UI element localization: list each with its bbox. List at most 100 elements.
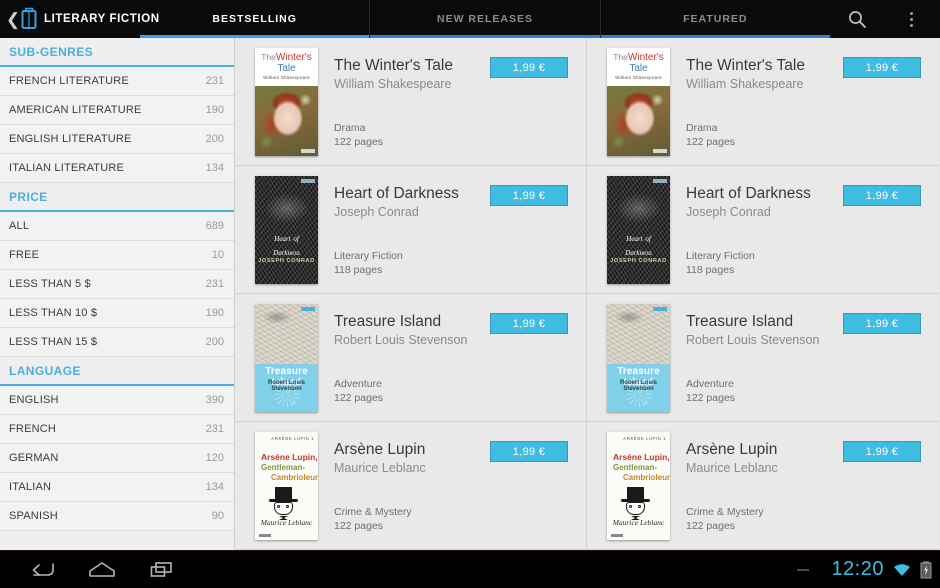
- book-grid-column-left: TheWinter's Tale William Shakespeare The…: [235, 38, 587, 550]
- facet-count: 231: [205, 75, 224, 87]
- book-genre: Literary Fiction: [334, 250, 403, 262]
- book-cover-arsene-lupin: ARSÈNE LUPIN 1 Arsène Lupin, Gentleman- …: [255, 432, 318, 540]
- price-button[interactable]: 1,99 €: [490, 441, 568, 462]
- facet-label: LESS THAN 15 $: [9, 336, 98, 348]
- cover-author: Maurice Leblanc: [612, 518, 665, 527]
- cover-illustration: [255, 86, 318, 156]
- cover-title: Heart of Darkness: [607, 232, 670, 259]
- cover-series-label: ARSÈNE LUPIN 1: [271, 436, 314, 441]
- cover-art: Treasure Island Robert Louis Stevenson: [255, 304, 318, 412]
- book-list-item[interactable]: TheWinter's Tale William Shakespeare The…: [587, 38, 939, 166]
- cover-illustration: [607, 86, 670, 156]
- action-bar-left: ❮ LITERARY FICTION: [0, 0, 159, 38]
- facet-label: LESS THAN 10 $: [9, 307, 98, 319]
- cover-title-line1: Arsène Lupin,: [261, 452, 318, 462]
- cover-title: Heart of Darkness: [255, 232, 318, 259]
- book-author: William Shakespeare: [686, 77, 804, 91]
- book-list-item[interactable]: Treasure Island Robert Louis Stevenson T…: [235, 294, 586, 422]
- sidebar-item-american-literature[interactable]: AMERICAN LITERATURE 190: [0, 96, 234, 125]
- book-grid-column-right: TheWinter's Tale William Shakespeare The…: [587, 38, 939, 550]
- back-arrow-icon[interactable]: [12, 551, 72, 588]
- cover-author: William Shakespeare: [615, 75, 662, 80]
- sidebar-section-heading-price: PRICE: [0, 183, 234, 212]
- book-meta: Crime & Mystery 122 pages: [686, 505, 931, 533]
- price-button[interactable]: 1,99 €: [843, 57, 921, 78]
- book-list-item[interactable]: ARSÈNE LUPIN 1 Arsène Lupin, Gentleman- …: [587, 422, 939, 550]
- facet-count: 90: [211, 510, 224, 522]
- search-icon[interactable]: [830, 0, 884, 38]
- sidebar-item-price-all[interactable]: ALL 689: [0, 212, 234, 241]
- publisher-badge: [301, 149, 315, 153]
- sidebar-item-italian-literature[interactable]: ITALIAN LITERATURE 134: [0, 154, 234, 183]
- cover-author: JOSEPH CONRAD: [258, 258, 315, 264]
- home-icon[interactable]: [72, 551, 132, 588]
- sidebar-item-language-spanish[interactable]: SPANISH 90: [0, 502, 234, 531]
- cover-series-label: ARSÈNE LUPIN 1: [623, 436, 666, 441]
- book-list-item[interactable]: TheWinter's Tale William Shakespeare The…: [235, 38, 586, 166]
- sidebar-item-price-less-than-15[interactable]: LESS THAN 15 $ 200: [0, 328, 234, 357]
- cover-illustration: [255, 304, 318, 364]
- book-genre: Drama: [334, 122, 366, 134]
- price-button[interactable]: 1,99 €: [490, 185, 568, 206]
- facet-count: 134: [205, 481, 224, 493]
- cover-author: William Shakespeare: [263, 75, 310, 80]
- facet-count: 231: [205, 278, 224, 290]
- overflow-dots: [909, 10, 913, 28]
- facet-label: ENGLISH LITERATURE: [9, 133, 132, 145]
- tab-label: FEATURED: [683, 13, 748, 25]
- overflow-menu-icon[interactable]: [884, 0, 938, 38]
- book-pages: 122 pages: [334, 136, 384, 148]
- facet-count: 200: [205, 133, 224, 145]
- tab-new-releases[interactable]: NEW RELEASES: [370, 0, 601, 38]
- tab-featured[interactable]: FEATURED: [600, 0, 830, 38]
- book-meta: Literary Fiction 118 pages: [686, 249, 931, 277]
- dot: [909, 11, 913, 15]
- book-author: Joseph Conrad: [686, 205, 771, 219]
- cover-word-heart: Heart: [274, 235, 291, 243]
- book-meta: Crime & Mystery 122 pages: [334, 505, 578, 533]
- sidebar-item-french-literature[interactable]: FRENCH LITERATURE 231: [0, 67, 234, 96]
- facet-label: FRENCH LITERATURE: [9, 75, 129, 87]
- book-list-item[interactable]: Heart of Darkness JOSEPH CONRAD Heart of …: [587, 166, 939, 294]
- book-meta: Drama 122 pages: [334, 121, 578, 149]
- price-button[interactable]: 1,99 €: [490, 313, 568, 334]
- sidebar-item-price-free[interactable]: FREE 10: [0, 241, 234, 270]
- recent-apps-icon[interactable]: [132, 551, 192, 588]
- book-cover-arsene-lupin: ARSÈNE LUPIN 1 Arsène Lupin, Gentleman- …: [607, 432, 670, 540]
- price-button[interactable]: 1,99 €: [490, 57, 568, 78]
- book-list-item[interactable]: ARSÈNE LUPIN 1 Arsène Lupin, Gentleman- …: [235, 422, 586, 550]
- publisher-badge: [653, 179, 667, 183]
- sidebar-item-language-english[interactable]: ENGLISH 390: [0, 386, 234, 415]
- tab-bestselling[interactable]: BESTSELLING: [140, 0, 371, 38]
- price-button[interactable]: 1,99 €: [843, 185, 921, 206]
- cover-word-winters: Winter's: [627, 52, 664, 63]
- book-grid: TheWinter's Tale William Shakespeare The…: [235, 38, 940, 550]
- tab-label: BESTSELLING: [212, 13, 297, 25]
- sidebar-item-price-less-than-10[interactable]: LESS THAN 10 $ 190: [0, 299, 234, 328]
- cover-word-darkness: Darkness: [625, 248, 652, 257]
- book-list-item[interactable]: Heart of Darkness JOSEPH CONRAD Heart of …: [235, 166, 586, 294]
- sidebar-item-language-german[interactable]: GERMAN 120: [0, 444, 234, 473]
- sidebar-item-language-italian[interactable]: ITALIAN 134: [0, 473, 234, 502]
- book-author: Robert Louis Stevenson: [334, 333, 468, 347]
- publisher-badge: [653, 307, 667, 311]
- action-bar-right: [830, 0, 940, 38]
- book-reader-icon[interactable]: [20, 0, 38, 38]
- filter-sidebar: SUB-GENRES FRENCH LITERATURE 231 AMERICA…: [0, 38, 235, 550]
- book-author: Maurice Leblanc: [686, 461, 778, 475]
- system-navigation-bar: 12:20: [0, 550, 940, 588]
- book-author: Maurice Leblanc: [334, 461, 426, 475]
- status-area[interactable]: 12:20: [797, 558, 940, 581]
- book-list-item[interactable]: Treasure Island Robert Louis Stevenson T…: [587, 294, 939, 422]
- price-button[interactable]: 1,99 €: [843, 313, 921, 334]
- sidebar-item-english-literature[interactable]: ENGLISH LITERATURE 200: [0, 125, 234, 154]
- monocle-icon: [277, 505, 280, 508]
- wifi-icon: [892, 562, 912, 578]
- dot: [909, 23, 913, 27]
- cover-word-of: of: [293, 235, 299, 243]
- facet-label: SPANISH: [9, 510, 58, 522]
- sidebar-item-language-french[interactable]: FRENCH 231: [0, 415, 234, 444]
- back-chevron-icon[interactable]: ❮: [6, 0, 20, 38]
- price-button[interactable]: 1,99 €: [843, 441, 921, 462]
- sidebar-item-price-less-than-5[interactable]: LESS THAN 5 $ 231: [0, 270, 234, 299]
